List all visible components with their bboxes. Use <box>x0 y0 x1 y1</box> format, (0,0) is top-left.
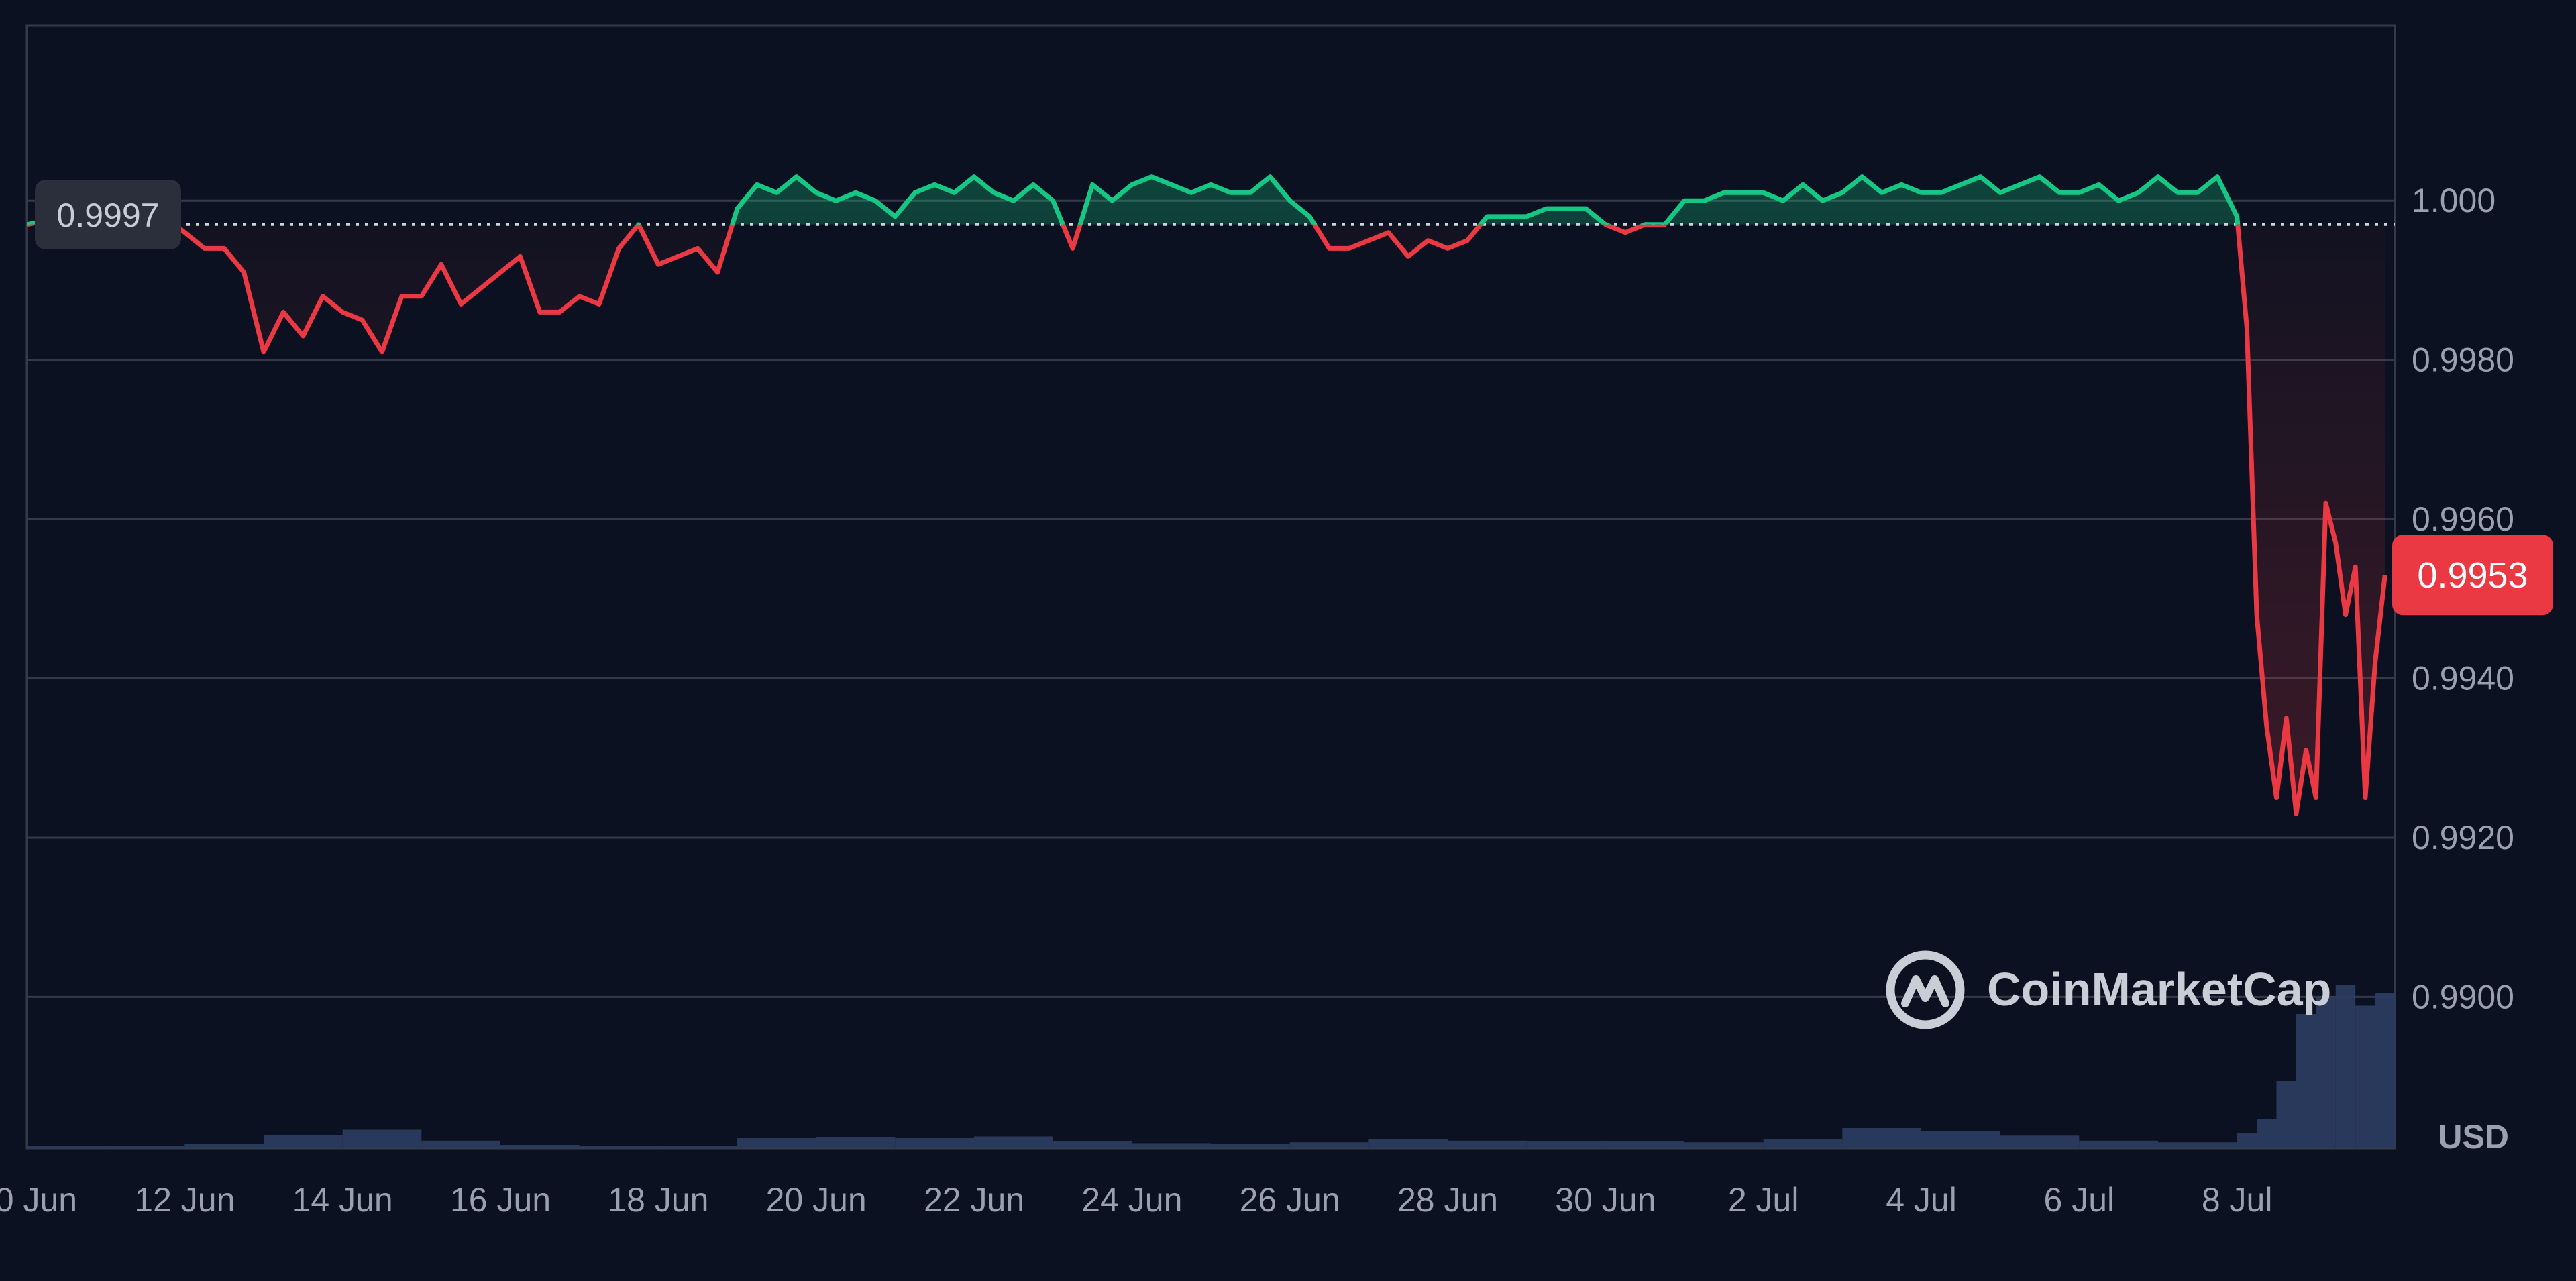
area-fills <box>27 176 2385 814</box>
volume-bar <box>2000 1135 2080 1148</box>
reference-label-text: 0.9997 <box>57 197 160 234</box>
coinmarketcap-watermark: CoinMarketCap <box>1886 950 2331 1029</box>
volume-bar <box>184 1144 264 1148</box>
x-tick-label: 20 Jun <box>766 1181 867 1219</box>
x-tick-label: 18 Jun <box>608 1181 708 1219</box>
volume-bar <box>1448 1140 1527 1148</box>
area-fill-below <box>174 224 2385 814</box>
x-tick-label: 14 Jun <box>292 1181 393 1219</box>
volume-bar <box>658 1146 737 1148</box>
price-chart: CoinMarketCap 0.9997 10 Jun12 Jun14 Jun1… <box>0 24 2553 1219</box>
volume-bar <box>1763 1139 1843 1148</box>
volume-bar <box>27 1146 106 1148</box>
volume-bar <box>2296 1014 2316 1148</box>
current-price-badge: 0.9953 <box>2392 535 2553 616</box>
volume-bar <box>1921 1131 2000 1148</box>
volume-bar <box>579 1146 659 1148</box>
volume-bar <box>264 1135 343 1148</box>
x-tick-label: 16 Jun <box>450 1181 551 1219</box>
volume-bar <box>2316 997 2336 1148</box>
volume-bar <box>737 1138 816 1148</box>
volume-bar <box>1842 1128 1921 1148</box>
volume-bar <box>421 1140 500 1148</box>
x-tick-label: 22 Jun <box>924 1181 1024 1219</box>
x-tick-label: 6 Jul <box>2044 1181 2115 1219</box>
volume-bar <box>2355 1005 2375 1148</box>
y-tick-label: 0.9980 <box>2412 341 2514 379</box>
y-tick-label: 0.9960 <box>2412 500 2514 538</box>
volume-bar <box>974 1136 1053 1148</box>
x-tick-label: 12 Jun <box>134 1181 235 1219</box>
watermark-text: CoinMarketCap <box>1987 963 2331 1015</box>
volume-bar <box>895 1138 974 1148</box>
volume-bar <box>105 1146 185 1148</box>
volume-bar <box>816 1137 896 1148</box>
currency-label: USD <box>2438 1118 2509 1156</box>
y-tick-label: 0.9920 <box>2412 819 2514 856</box>
volume-bar <box>1526 1141 1606 1148</box>
x-tick-label: 28 Jun <box>1397 1181 1498 1219</box>
x-tick-label: 26 Jun <box>1240 1181 1340 1219</box>
volume-bar <box>500 1145 580 1148</box>
volume-bar <box>2375 993 2395 1148</box>
x-tick-label: 10 Jun <box>0 1181 77 1219</box>
volume-bar <box>2158 1142 2237 1148</box>
x-axis-ticks: 10 Jun 12 Jun 14 Jun 16 Jun 18 Jun 20 Jun 22 J… <box>0 1181 2272 1219</box>
x-tick-label: 4 Jul <box>1886 1181 1957 1219</box>
volume-bar <box>1605 1141 1684 1148</box>
volume-bar <box>1132 1143 1211 1148</box>
coinmarketcap-logo-icon <box>1886 950 1965 1029</box>
x-tick-label: 30 Jun <box>1555 1181 1656 1219</box>
current-price-text: 0.9953 <box>2417 555 2528 596</box>
volume-bar <box>2257 1119 2277 1148</box>
volume-bar <box>2335 985 2356 1148</box>
volume-bar <box>1053 1141 1132 1148</box>
volume-bar <box>1368 1139 1448 1148</box>
volume-bar <box>1211 1144 1290 1148</box>
volume-bar <box>342 1129 422 1148</box>
y-tick-label: 0.9940 <box>2412 660 2514 698</box>
x-tick-label: 24 Jun <box>1081 1181 1182 1219</box>
volume-bar <box>2079 1140 2158 1148</box>
volume-bar <box>1684 1142 1764 1148</box>
y-tick-label: 0.9900 <box>2412 978 2514 1015</box>
x-tick-label: 8 Jul <box>2202 1181 2273 1219</box>
reference-label: 0.9997 <box>35 180 181 249</box>
volume-bar <box>2237 1133 2257 1148</box>
x-tick-label: 2 Jul <box>1728 1181 1799 1219</box>
volume-bar <box>2276 1081 2296 1148</box>
volume-bar <box>1289 1142 1369 1148</box>
y-tick-label: 1.000 <box>2412 182 2496 219</box>
